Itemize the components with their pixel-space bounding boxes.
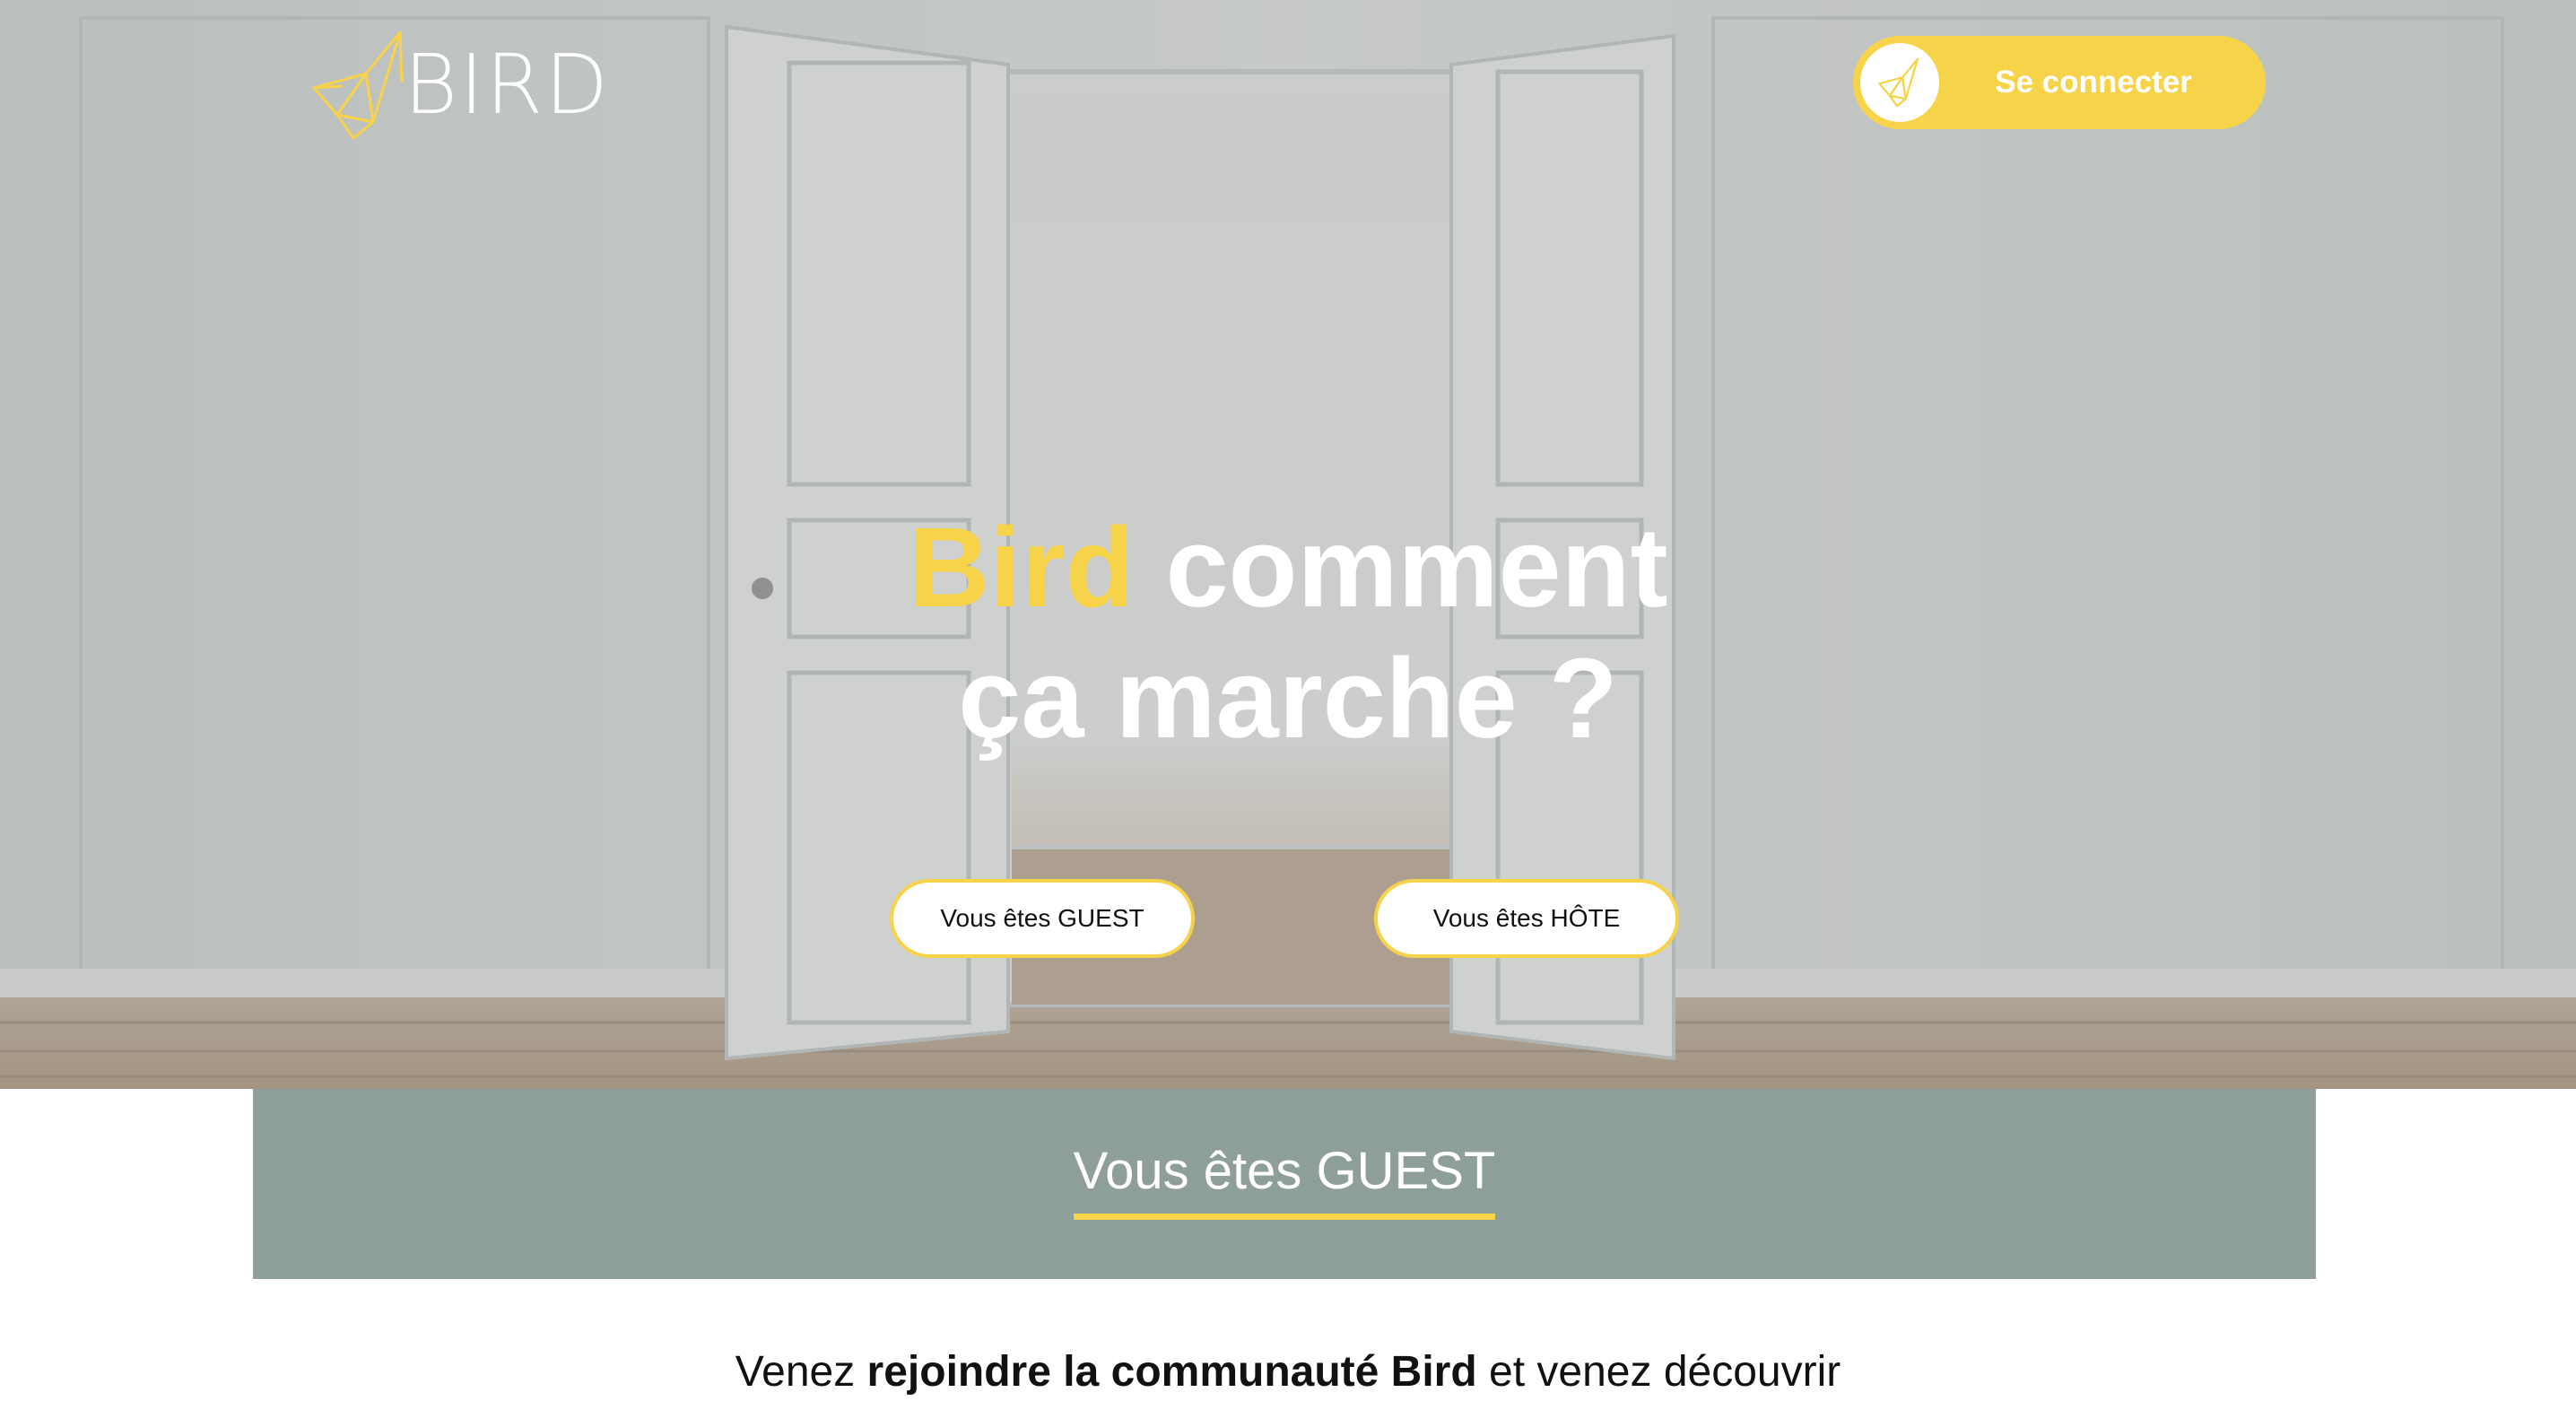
intro-text: Venez rejoindre la communauté Bird et ve…: [0, 1345, 2576, 1399]
section-title: Vous êtes GUEST: [1073, 1142, 1496, 1220]
logo-text: BIRD: [404, 37, 611, 133]
host-button[interactable]: Vous êtes HÔTE: [1374, 879, 1679, 958]
connect-button[interactable]: Se connecter: [1853, 36, 2266, 129]
connect-label: Se connecter: [1995, 65, 2192, 100]
intro-suffix: et venez découvrir: [1476, 1348, 1841, 1396]
hero-section: BIRD Se connecter Bird comment ça marche…: [0, 0, 2576, 1089]
brand-logo[interactable]: BIRD: [310, 27, 610, 144]
origami-bird-icon: [312, 30, 404, 140]
section-banner: Vous êtes GUEST: [253, 1089, 2316, 1279]
hero-title: Bird comment ça marche ?: [750, 502, 1826, 764]
hero-title-line-2: ça marche ?: [958, 635, 1618, 761]
connect-avatar: [1860, 43, 1939, 122]
origami-bird-icon: [1878, 57, 1919, 108]
hero-title-line-1: Bird comment: [750, 502, 1826, 633]
hero-title-accent: Bird: [908, 504, 1135, 631]
guest-button[interactable]: Vous êtes GUEST: [890, 879, 1195, 958]
hero-title-rest: comment: [1134, 504, 1668, 631]
intro-bold: rejoindre la communauté Bird: [866, 1348, 1477, 1396]
intro-prefix: Venez: [735, 1348, 867, 1396]
